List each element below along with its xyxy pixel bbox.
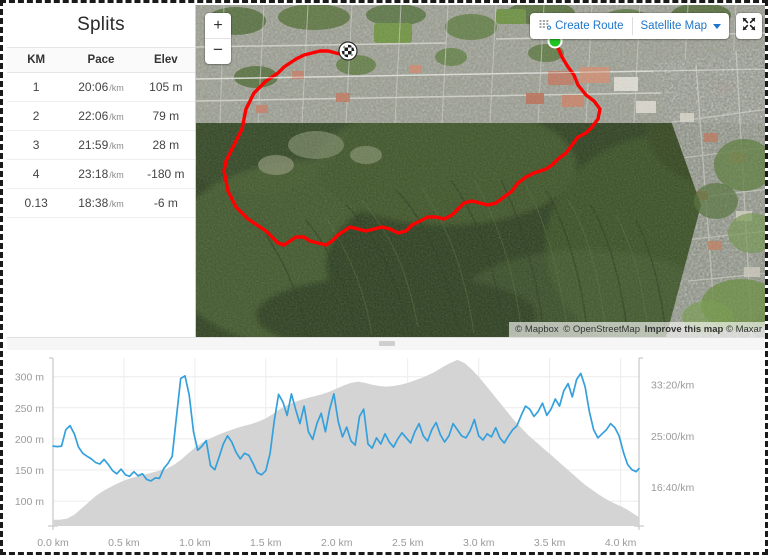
satellite-imagery bbox=[196, 5, 765, 337]
split-elev: 105 m bbox=[136, 72, 195, 102]
zoom-in-button[interactable]: + bbox=[205, 13, 231, 38]
split-pace: 21:59/km bbox=[65, 130, 137, 160]
activity-viewer-window: Splits KM Pace Elev 1 20:06/km 105 m 2 22:06… bbox=[0, 0, 768, 555]
y2-axis-tick-label: 25:00/km bbox=[651, 431, 694, 443]
split-km: 0.13 bbox=[7, 188, 66, 218]
elevation-area bbox=[53, 359, 639, 526]
map-tool-group: Create Route Satellite Map bbox=[530, 13, 729, 39]
zoom-out-button[interactable]: − bbox=[205, 38, 231, 64]
column-header-pace: Pace bbox=[65, 47, 137, 73]
split-pace: 20:06/km bbox=[65, 72, 137, 102]
resize-handle[interactable] bbox=[379, 341, 395, 346]
x-axis-tick-label: 2.5 km bbox=[392, 537, 424, 549]
x-axis-tick-label: 4.0 km bbox=[605, 537, 637, 549]
y-axis-tick-label: 150 m bbox=[15, 465, 44, 477]
splits-panel: Splits KM Pace Elev 1 20:06/km 105 m 2 22:06… bbox=[7, 5, 195, 337]
x-axis-tick-label: 2.0 km bbox=[321, 537, 353, 549]
split-pace: 22:06/km bbox=[65, 101, 137, 131]
y-axis-tick-label: 200 m bbox=[15, 434, 44, 446]
split-km: 1 bbox=[7, 72, 66, 102]
table-row[interactable]: 3 21:59/km 28 m bbox=[7, 130, 195, 160]
map-zoom-controls[interactable]: + − bbox=[205, 13, 231, 64]
y-axis-tick-label: 100 m bbox=[15, 496, 44, 508]
x-axis-tick-label: 3.5 km bbox=[534, 537, 566, 549]
table-row[interactable]: 4 23:18/km -180 m bbox=[7, 159, 195, 189]
panel-divider bbox=[7, 337, 765, 351]
split-pace: 23:18/km bbox=[65, 159, 137, 189]
y-axis-tick-label: 300 m bbox=[15, 372, 44, 384]
column-header-km: KM bbox=[7, 47, 66, 73]
expand-arrows-icon bbox=[742, 17, 756, 36]
elevation-pace-chart[interactable]: 100 m 150 m 200 m 250 m 300 m 16:40/km 25:00/k… bbox=[7, 350, 765, 552]
x-axis-tick-label: 0.5 km bbox=[108, 537, 140, 549]
split-pace: 18:38/km bbox=[65, 188, 137, 218]
y-axis-tick-label: 250 m bbox=[15, 403, 44, 415]
basemap-select[interactable]: Satellite Map bbox=[633, 13, 729, 39]
x-axis-tick-label: 1.5 km bbox=[250, 537, 282, 549]
split-elev: -180 m bbox=[136, 159, 195, 189]
chart-svg: 100 m 150 m 200 m 250 m 300 m 16:40/km 25:00/k… bbox=[15, 357, 694, 549]
y2-axis-tick-label: 16:40/km bbox=[651, 482, 694, 494]
attribution-maxar[interactable]: © Maxar bbox=[726, 324, 762, 335]
map-container[interactable]: + − Create Route Satellite Map © Mapbox … bbox=[195, 5, 765, 337]
map-attribution: © Mapbox © OpenStreetMap Improve this ma… bbox=[509, 322, 765, 337]
splits-title: Splits bbox=[77, 14, 125, 35]
x-axis-tick-label: 1.0 km bbox=[179, 537, 211, 549]
splits-table: KM Pace Elev 1 20:06/km 105 m 2 22:06/km 79 m… bbox=[7, 47, 195, 218]
map-toolbar: Create Route Satellite Map bbox=[530, 13, 762, 39]
table-row[interactable]: 1 20:06/km 105 m bbox=[7, 72, 195, 102]
attribution-osm[interactable]: © OpenStreetMap bbox=[563, 324, 640, 335]
x-axis-tick-label: 0.0 km bbox=[37, 537, 69, 549]
create-route-label: Create Route bbox=[555, 20, 624, 32]
table-row[interactable]: 2 22:06/km 79 m bbox=[7, 101, 195, 131]
attribution-mapbox[interactable]: © Mapbox bbox=[515, 324, 558, 335]
split-elev: -6 m bbox=[136, 188, 195, 218]
splits-header-row: KM Pace Elev bbox=[7, 47, 195, 73]
x-axis-tick-label: 3.0 km bbox=[463, 537, 495, 549]
split-elev: 79 m bbox=[136, 101, 195, 131]
split-km: 2 bbox=[7, 101, 66, 131]
fullscreen-button[interactable] bbox=[736, 13, 762, 39]
attribution-improve-link[interactable]: Improve this map bbox=[645, 324, 724, 335]
column-header-elev: Elev bbox=[136, 47, 195, 73]
chevron-down-icon bbox=[713, 23, 721, 29]
route-draw-icon bbox=[538, 19, 552, 33]
split-km: 4 bbox=[7, 159, 66, 189]
split-km: 3 bbox=[7, 130, 66, 160]
split-elev: 28 m bbox=[136, 130, 195, 160]
finish-marker bbox=[338, 41, 358, 61]
splits-table-body: 1 20:06/km 105 m 2 22:06/km 79 m 3 21:59/km 28 m… bbox=[7, 72, 195, 218]
create-route-button[interactable]: Create Route bbox=[530, 13, 631, 39]
top-section: Splits KM Pace Elev 1 20:06/km 105 m 2 22:06… bbox=[3, 3, 765, 339]
basemap-label: Satellite Map bbox=[640, 20, 707, 32]
table-row[interactable]: 0.13 18:38/km -6 m bbox=[7, 188, 195, 218]
y2-axis-tick-label: 33:20/km bbox=[651, 380, 694, 392]
